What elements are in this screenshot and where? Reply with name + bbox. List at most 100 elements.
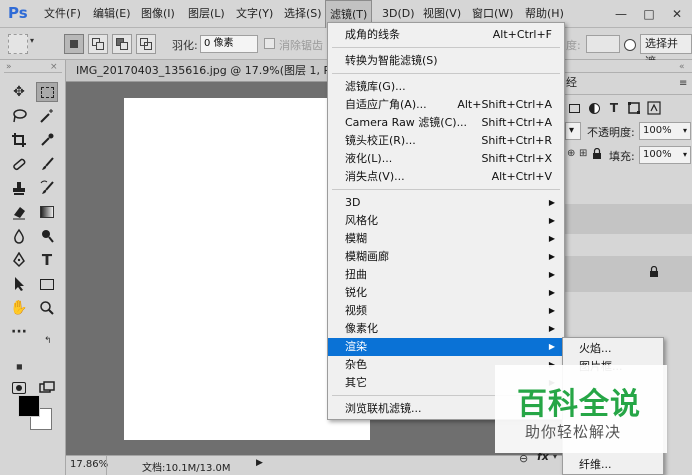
filter-menu-item[interactable]: 镜头校正(R)... Shift+Ctrl+R — [328, 132, 564, 150]
menu-item-label: 杂色 — [345, 358, 367, 371]
filter-menu-item[interactable]: 滤镜库(G)... — [328, 78, 564, 96]
minimize-button[interactable]: — — [612, 5, 630, 23]
filter-menu-item[interactable]: 风格化 ▶ — [328, 212, 564, 230]
blur-tool-icon[interactable] — [8, 226, 30, 246]
filter-menu-item[interactable]: 渲染 ▶ — [328, 338, 564, 356]
add-selection-icon[interactable] — [88, 34, 108, 54]
doc-info: 文档:10.1M/13.0M — [142, 463, 231, 474]
chevron-down-icon[interactable]: ▾ — [683, 147, 687, 163]
submenu-item-flame[interactable]: 火焰... — [579, 340, 612, 358]
crop-tool-icon[interactable] — [8, 130, 30, 150]
chevron-down-icon[interactable]: ▾ — [30, 36, 34, 45]
brush-tool-icon[interactable] — [36, 154, 58, 174]
menu-item-label: 液化(L)... — [345, 152, 393, 165]
status-arrow-icon[interactable]: ▶ — [256, 458, 263, 468]
subtract-selection-icon[interactable] — [112, 34, 132, 54]
clone-stamp-tool-icon[interactable] — [8, 178, 30, 198]
feather-input[interactable]: 0 像素 — [200, 35, 258, 53]
radio-icon[interactable] — [624, 39, 636, 51]
move-tool-icon[interactable]: ✥ — [8, 82, 30, 102]
smart-object-filter-icon[interactable] — [645, 98, 663, 118]
fill-input[interactable]: 100% ▾ — [639, 146, 691, 164]
opacity-input[interactable]: 100% ▾ — [639, 122, 691, 140]
menu-select[interactable]: 选择(S) — [280, 0, 326, 28]
menu-item-label: 像素化 — [345, 322, 378, 335]
opacity-label: 不透明度: — [587, 126, 635, 139]
chevron-down-icon[interactable]: ▾ — [553, 452, 557, 461]
lock-all-icon[interactable] — [589, 144, 605, 164]
rectangle-tool-icon[interactable] — [36, 274, 58, 294]
path-selection-tool-icon[interactable] — [8, 274, 30, 294]
gradient-tool-icon[interactable] — [36, 202, 58, 222]
filter-menu-item[interactable]: 自适应广角(A)... Alt+Shift+Ctrl+A — [328, 96, 564, 114]
rectangular-marquee-tool-icon[interactable] — [36, 82, 58, 102]
type-tool-icon[interactable]: T — [36, 250, 58, 270]
menu-file[interactable]: 文件(F) — [40, 0, 85, 28]
link-layers-icon[interactable]: ⊖ — [519, 452, 528, 465]
menu-item-label: 锐化 — [345, 286, 367, 299]
filter-menu-item[interactable]: 转换为智能滤镜(S) — [328, 52, 564, 70]
document-tab[interactable]: IMG_20170403_135616.jpg @ 17.9%(图层 1, RG… — [66, 60, 328, 82]
lock-pixels-icon[interactable]: ⊕ — [567, 148, 575, 159]
foreground-color-swatch[interactable] — [18, 395, 40, 417]
menu-item-label: 其它 — [345, 376, 367, 389]
new-selection-icon[interactable] — [64, 34, 84, 54]
image-filter-icon[interactable] — [565, 98, 583, 118]
panel-collapse-icon[interactable]: » — [6, 62, 12, 72]
eyedropper-tool-icon[interactable] — [36, 130, 58, 150]
menu-type[interactable]: 文字(Y) — [232, 0, 277, 28]
filter-menu-item[interactable]: 消失点(V)... Alt+Ctrl+V — [328, 168, 564, 186]
menu-edit[interactable]: 编辑(E) — [89, 0, 135, 28]
intersect-selection-icon[interactable] — [136, 34, 156, 54]
eraser-tool-icon[interactable] — [8, 202, 30, 222]
menu-image[interactable]: 图像(I) — [137, 0, 179, 28]
panel-menu-icon[interactable]: ≡ — [679, 78, 687, 89]
menu-item-label: 转换为智能滤镜(S) — [345, 54, 438, 67]
chevron-down-icon[interactable]: ▾ — [683, 123, 687, 139]
pen-tool-icon[interactable] — [8, 250, 30, 270]
panel-close-icon[interactable]: × — [50, 62, 58, 72]
filter-menu-item[interactable]: 模糊画廊 ▶ — [328, 248, 564, 266]
filter-menu-item[interactable]: 视频 ▶ — [328, 302, 564, 320]
antialias-checkbox[interactable] — [264, 38, 275, 49]
lasso-tool-icon[interactable] — [8, 106, 30, 126]
panel-tab-paths[interactable]: 经 — [563, 72, 577, 94]
panel-collapse-icon[interactable]: « — [679, 62, 685, 72]
submenu-item-fibers[interactable]: 纤维... — [579, 456, 612, 474]
filter-menu-item[interactable]: 扭曲 ▶ — [328, 266, 564, 284]
filter-menu-item[interactable]: 模糊 ▶ — [328, 230, 564, 248]
history-brush-tool-icon[interactable] — [36, 178, 58, 198]
menu-separator — [332, 73, 560, 74]
lock-artboard-icon[interactable]: ⊞ — [579, 148, 587, 159]
close-button[interactable]: ✕ — [668, 5, 686, 23]
filter-menu-item[interactable]: 3D ▶ — [328, 194, 564, 212]
filter-menu-item[interactable]: 锐化 ▶ — [328, 284, 564, 302]
filter-menu-item[interactable]: 像素化 ▶ — [328, 320, 564, 338]
filter-menu-item[interactable]: 液化(L)... Shift+Ctrl+X — [328, 150, 564, 168]
submenu-arrow-icon: ▶ — [548, 306, 555, 315]
adjustment-filter-icon[interactable] — [585, 98, 603, 118]
menu-item-shortcut: Alt+Ctrl+F — [492, 28, 552, 41]
magic-wand-tool-icon[interactable] — [36, 106, 58, 126]
default-colors-icon[interactable]: ◼ — [16, 362, 23, 371]
maximize-button[interactable]: □ — [640, 5, 658, 23]
watermark-title: 百科全说 — [517, 387, 641, 422]
background-layer-row[interactable] — [563, 256, 692, 292]
layer-row[interactable] — [563, 204, 692, 234]
zoom-tool-icon[interactable] — [36, 298, 58, 318]
hand-tool-icon[interactable]: ✋ — [8, 298, 30, 318]
marquee-preset-icon[interactable] — [8, 34, 28, 54]
shape-filter-icon[interactable] — [625, 98, 643, 118]
zoom-level[interactable]: 17.86% — [70, 459, 108, 470]
swap-colors-icon[interactable]: ↰ — [44, 336, 52, 346]
dodge-tool-icon[interactable] — [36, 226, 58, 246]
menu-layer[interactable]: 图层(L) — [184, 0, 229, 28]
filter-menu-item[interactable]: Camera Raw 滤镜(C)... Shift+Ctrl+A — [328, 114, 564, 132]
blend-mode-select[interactable]: ▾ — [565, 122, 581, 140]
type-filter-icon[interactable]: T — [605, 98, 623, 118]
healing-brush-tool-icon[interactable] — [8, 154, 30, 174]
select-and-mask-button[interactable]: 选择并遮 — [640, 34, 692, 68]
filter-menu-item[interactable]: 成角的线条 Alt+Ctrl+F — [328, 26, 564, 44]
menu-item-label: 镜头校正(R)... — [345, 134, 416, 147]
more-tools-icon[interactable]: ··· — [8, 322, 30, 342]
